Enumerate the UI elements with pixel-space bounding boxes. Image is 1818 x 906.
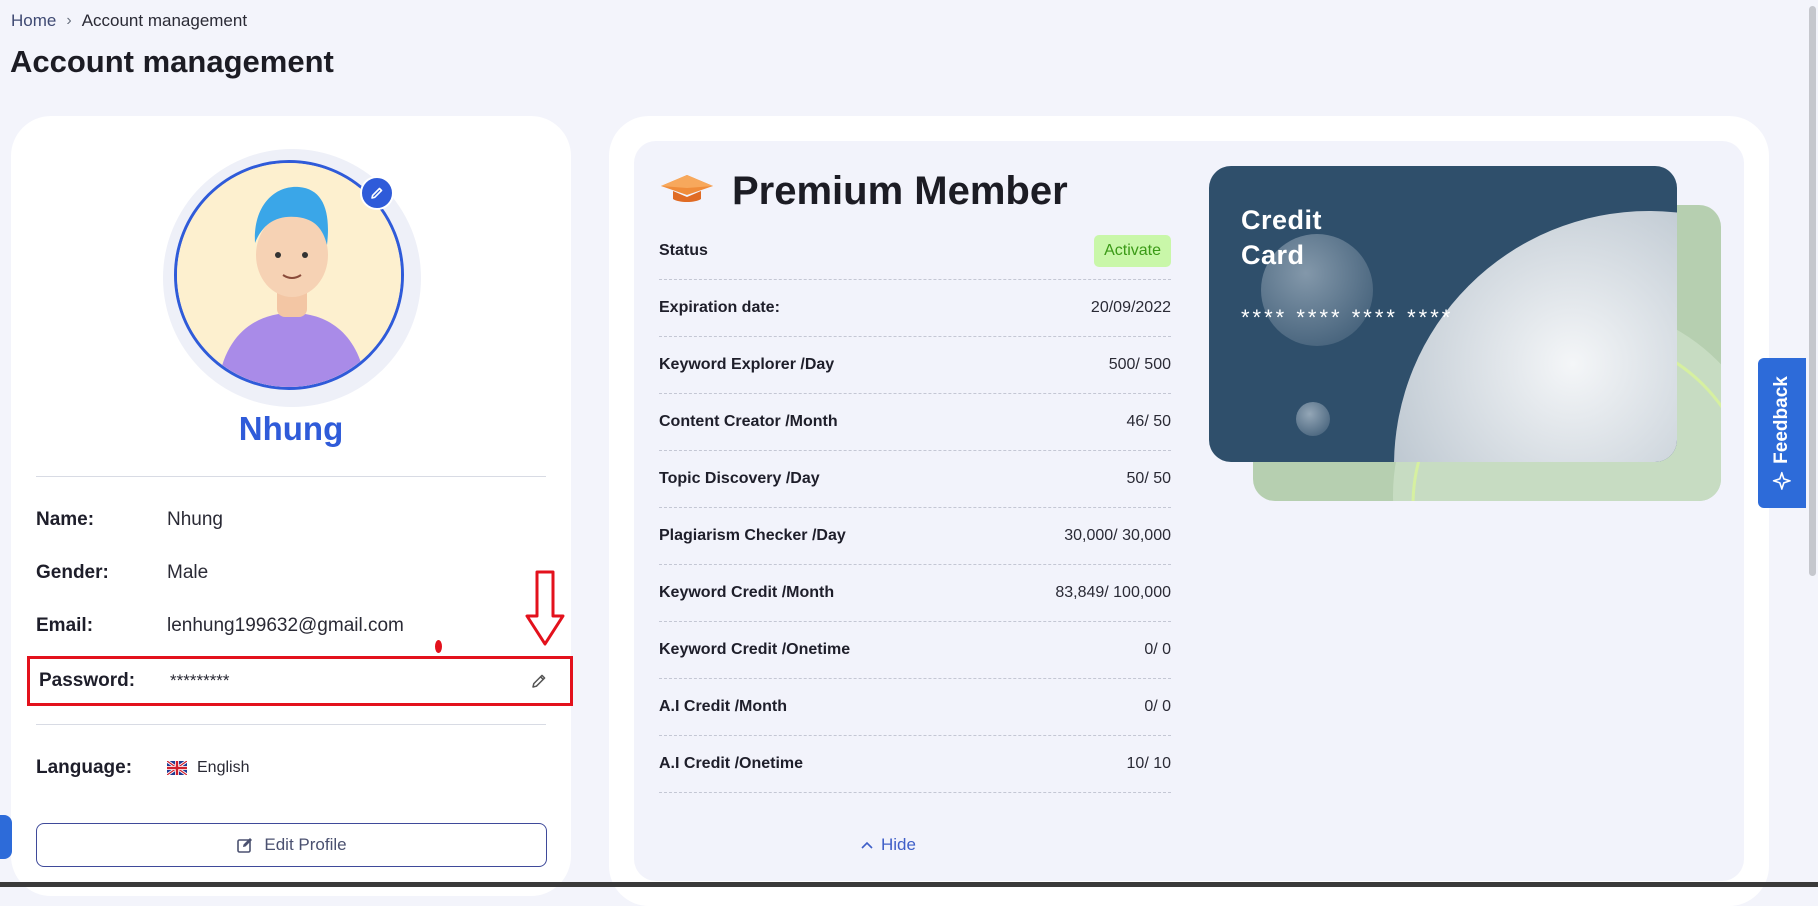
row-label: Keyword Explorer /Day (659, 356, 835, 373)
password-label: Password: (39, 670, 136, 691)
vertical-scrollbar[interactable] (1807, 0, 1818, 887)
membership-row-expiration: Expiration date: 20/09/2022 (659, 280, 1171, 337)
language-selector[interactable]: English (167, 759, 249, 777)
row-value: 0/ 0 (1144, 641, 1171, 658)
card-title-line: Credit (1241, 205, 1323, 235)
edit-square-icon (237, 838, 253, 853)
divider (36, 476, 546, 477)
membership-row-content-creator: Content Creator /Month 46/ 50 (659, 394, 1171, 451)
annotation-dot (435, 640, 442, 653)
divider (36, 724, 546, 725)
password-highlight-box: Password: ********* (27, 656, 573, 706)
breadcrumb-home-link[interactable]: Home (11, 11, 56, 31)
row-label: Expiration date: (659, 299, 780, 316)
membership-row-status: Status Activate (659, 223, 1171, 280)
membership-row-ai-credit-month: A.I Credit /Month 0/ 0 (659, 679, 1171, 736)
membership-panel: Premium Member Status Activate Expiratio… (634, 141, 1744, 881)
bottom-edge (0, 882, 1818, 887)
membership-title: Premium Member (732, 169, 1068, 213)
graduation-cap-icon (661, 175, 713, 202)
row-value: 0/ 0 (1144, 698, 1171, 715)
profile-name: Nhung (238, 410, 344, 447)
membership-row-keyword-credit-month: Keyword Credit /Month 83,849/ 100,000 (659, 565, 1171, 622)
row-value: 50/ 50 (1126, 470, 1171, 487)
feedback-tab[interactable]: Feedback (1758, 358, 1806, 508)
row-label: Plagiarism Checker /Day (659, 527, 846, 544)
row-value: 83,849/ 100,000 (1055, 584, 1171, 601)
membership-details-list: Status Activate Expiration date: 20/09/2… (659, 223, 1171, 793)
card-title: Credit Card (1241, 203, 1322, 273)
feedback-content: Feedback (1771, 376, 1793, 490)
membership-row-keyword-explorer: Keyword Explorer /Day 500/ 500 (659, 337, 1171, 394)
avatar-edit-button[interactable] (360, 176, 394, 210)
scrollbar-thumb[interactable] (1809, 6, 1816, 576)
breadcrumb-separator: › (66, 12, 72, 29)
name-label: Name: (36, 509, 95, 530)
status-badge: Activate (1094, 235, 1171, 267)
row-value: 30,000/ 30,000 (1064, 527, 1171, 544)
membership-row-ai-credit-onetime: A.I Credit /Onetime 10/ 10 (659, 736, 1171, 793)
edit-password-pencil-icon[interactable] (530, 672, 548, 690)
password-row: Password: ********* (39, 670, 539, 692)
gender-label: Gender: (36, 562, 109, 583)
membership-row-keyword-credit-onetime: Keyword Credit /Onetime 0/ 0 (659, 622, 1171, 679)
row-label: Content Creator /Month (659, 413, 838, 430)
row-label: A.I Credit /Month (659, 698, 787, 715)
language-value: English (197, 759, 250, 776)
left-floating-tab[interactable] (0, 815, 12, 859)
membership-row-plagiarism-checker: Plagiarism Checker /Day 30,000/ 30,000 (659, 508, 1171, 565)
annotation-arrow-icon (525, 570, 565, 646)
edit-profile-label: Edit Profile (264, 835, 347, 854)
sparkle-star-icon (1773, 471, 1791, 490)
gender-value: Male (167, 562, 209, 583)
credit-card: Credit Card **** **** **** **** (1209, 166, 1677, 462)
email-label: Email: (36, 615, 94, 636)
chevron-up-icon (861, 841, 873, 849)
profile-card: Nhung Name: Nhung Gender: Male Email: le… (11, 116, 573, 896)
name-value: Nhung (167, 509, 223, 530)
row-value: 46/ 50 (1126, 413, 1171, 430)
row-label: Topic Discovery /Day (659, 470, 820, 487)
row-value: 10/ 10 (1126, 755, 1171, 772)
email-row: Email: lenhung199632@gmail.com (36, 615, 546, 637)
feedback-label: Feedback (1771, 376, 1792, 464)
page-title: Account management (10, 44, 334, 79)
card-number: **** **** **** **** (1241, 305, 1454, 330)
breadcrumb: Home › Account management (11, 11, 247, 31)
hide-details-button[interactable]: Hide (861, 835, 916, 855)
name-row: Name: Nhung (36, 509, 546, 531)
card-title-line: Card (1241, 240, 1305, 270)
row-label: Status (659, 242, 708, 259)
row-label: Keyword Credit /Month (659, 584, 835, 601)
email-value: lenhung199632@gmail.com (167, 615, 404, 636)
hide-label: Hide (881, 835, 916, 854)
row-value: 20/09/2022 (1090, 299, 1171, 316)
breadcrumb-current: Account management (81, 11, 248, 30)
uk-flag-icon (167, 760, 187, 775)
edit-profile-button[interactable]: Edit Profile (36, 823, 547, 867)
row-label: A.I Credit /Onetime (659, 755, 804, 772)
password-value: ********* (170, 671, 230, 690)
row-label: Keyword Credit /Onetime (659, 641, 851, 658)
language-row: Language: English (36, 757, 546, 779)
pencil-icon (371, 187, 383, 199)
membership-card: Premium Member Status Activate Expiratio… (609, 116, 1769, 906)
gender-row: Gender: Male (36, 562, 546, 584)
language-label: Language: (36, 757, 133, 778)
row-value: 500/ 500 (1108, 356, 1171, 373)
membership-row-topic-discovery: Topic Discovery /Day 50/ 50 (659, 451, 1171, 508)
